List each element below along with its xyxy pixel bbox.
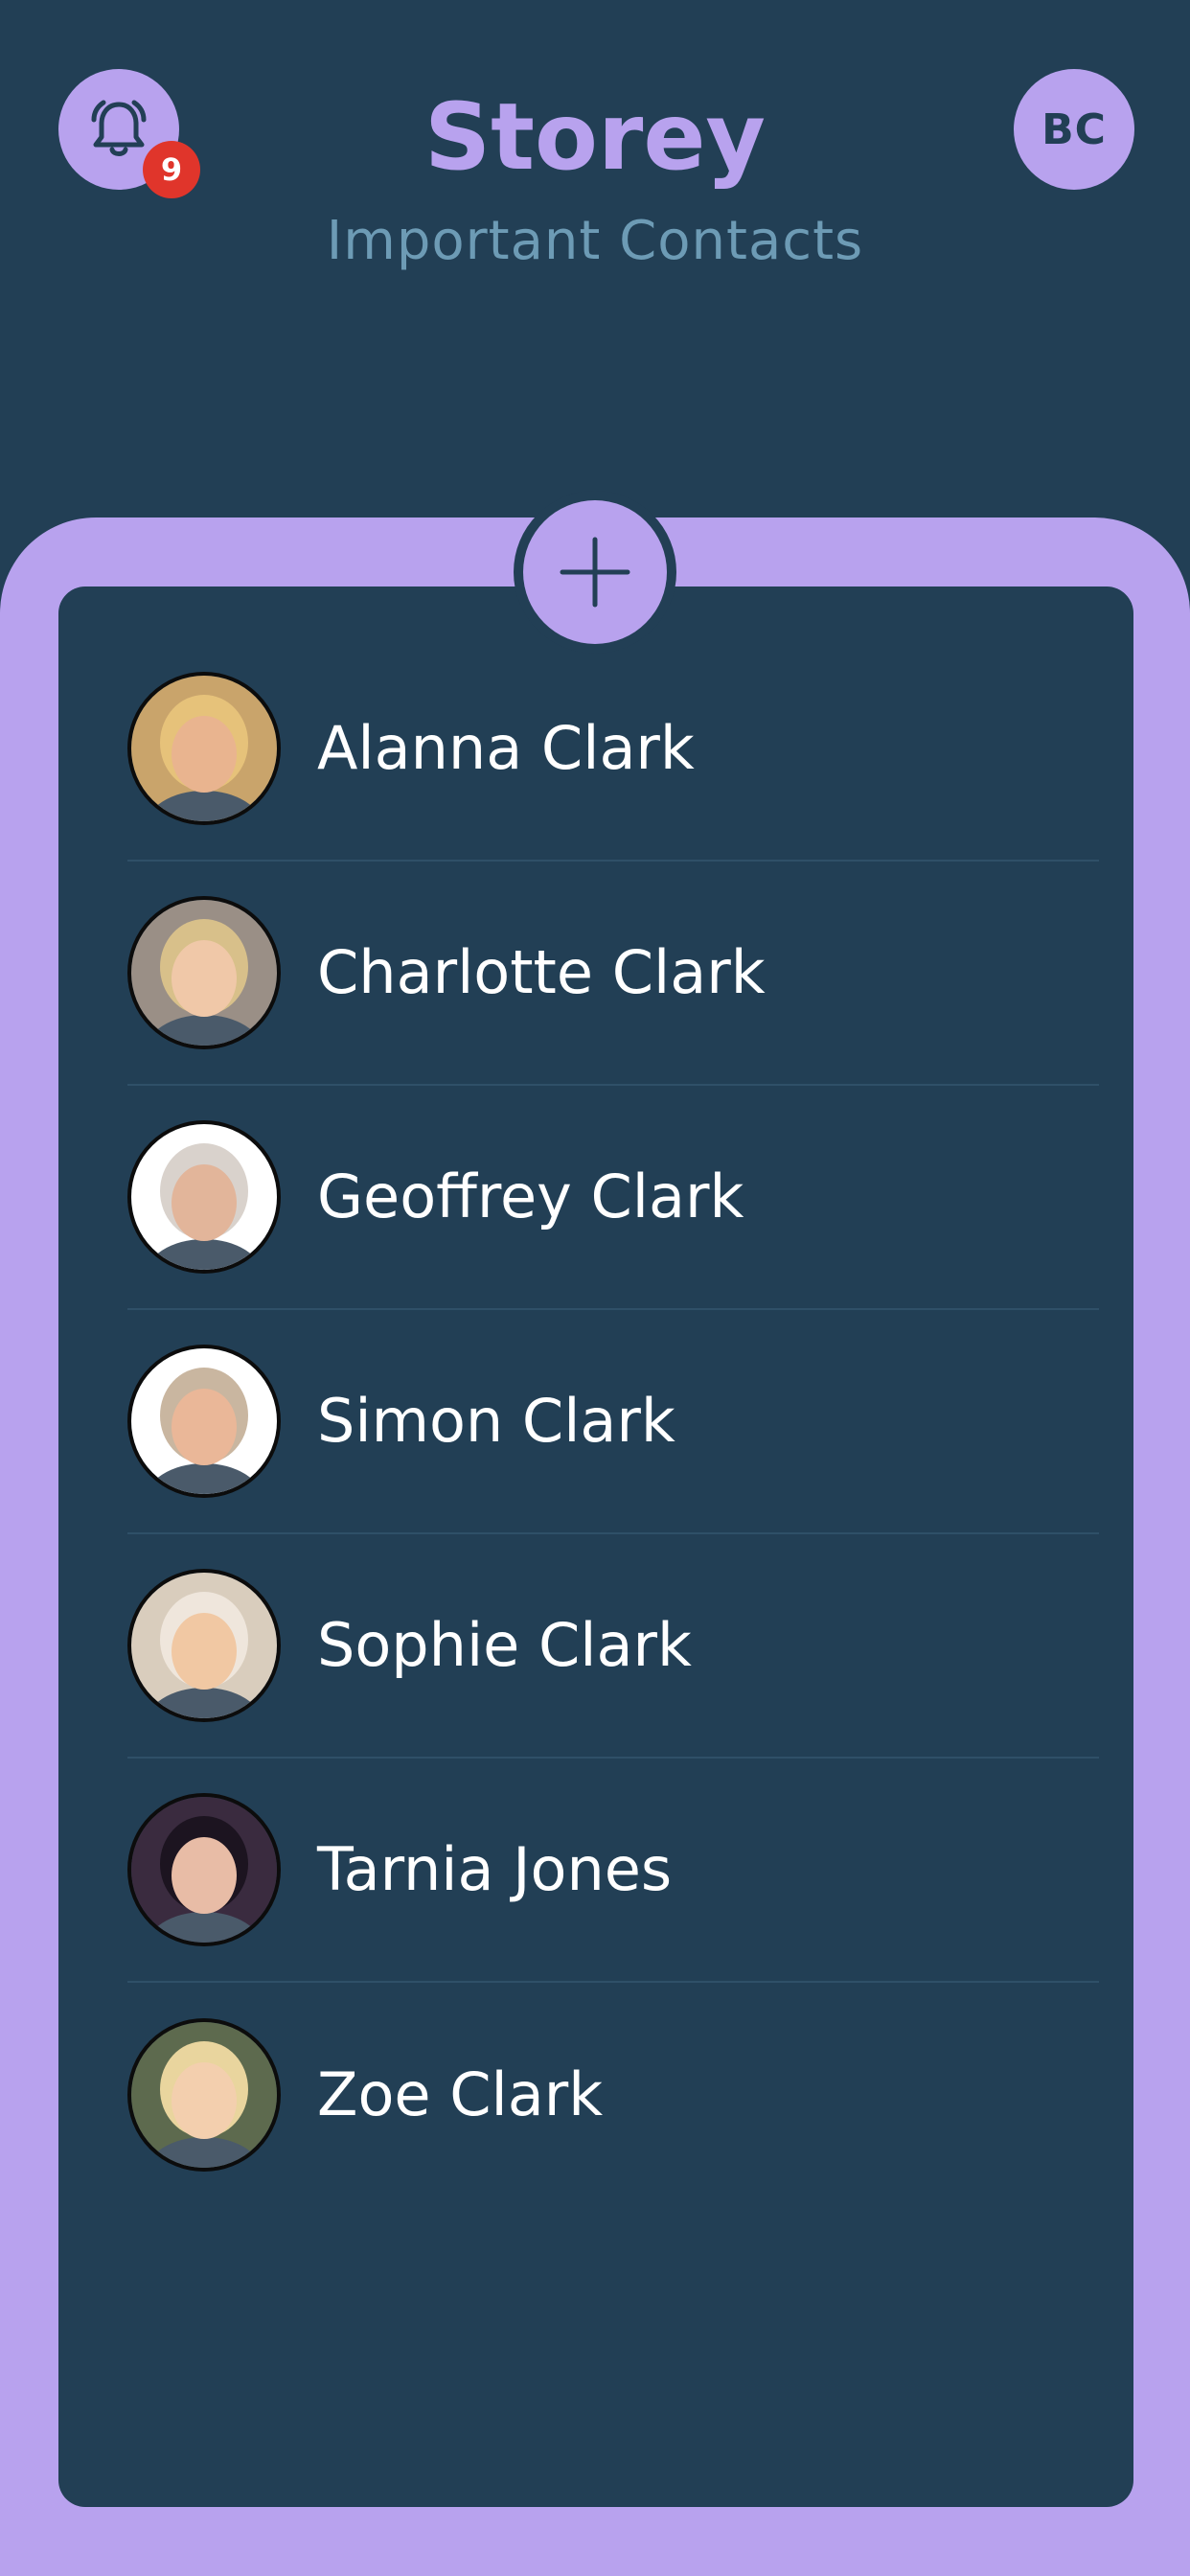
avatar-photo-icon	[131, 2022, 277, 2168]
contact-row[interactable]: Charlotte Clark	[127, 862, 1099, 1086]
avatar-photo-icon	[131, 1124, 277, 1270]
add-contact-button-face	[523, 500, 667, 644]
contact-row[interactable]: Geoffrey Clark	[127, 1086, 1099, 1310]
contact-name: Alanna Clark	[317, 713, 695, 783]
avatar-photo-icon	[131, 900, 277, 1046]
app-title: Storey	[423, 83, 766, 191]
contact-name: Tarnia Jones	[317, 1834, 673, 1904]
contact-list: Alanna Clark Charlotte Clark Geoffrey Clar…	[127, 637, 1099, 2207]
contact-avatar	[127, 2018, 281, 2172]
contact-avatar	[127, 1345, 281, 1498]
contact-name: Simon Clark	[317, 1386, 675, 1456]
contact-avatar	[127, 1120, 281, 1274]
contact-name: Geoffrey Clark	[317, 1162, 744, 1231]
avatar-photo-icon	[131, 1797, 277, 1943]
avatar-photo-icon	[131, 676, 277, 821]
contact-name: Sophie Clark	[317, 1610, 692, 1680]
contact-avatar	[127, 672, 281, 825]
contact-name: Charlotte Clark	[317, 937, 766, 1007]
user-profile-button[interactable]: BC	[1014, 69, 1134, 190]
page-subtitle: Important Contacts	[326, 210, 864, 272]
contact-row[interactable]: Simon Clark	[127, 1310, 1099, 1534]
avatar-photo-icon	[131, 1573, 277, 1718]
contact-row[interactable]: Alanna Clark	[127, 637, 1099, 862]
contact-name: Zoe Clark	[317, 2059, 604, 2129]
contact-avatar	[127, 896, 281, 1049]
contact-row[interactable]: Sophie Clark	[127, 1534, 1099, 1759]
contact-avatar	[127, 1793, 281, 1946]
contact-avatar	[127, 1569, 281, 1722]
add-contact-button[interactable]	[514, 491, 676, 654]
avatar-photo-icon	[131, 1348, 277, 1494]
contact-row[interactable]: Zoe Clark	[127, 1983, 1099, 2207]
plus-icon	[560, 537, 630, 608]
contact-row[interactable]: Tarnia Jones	[127, 1759, 1099, 1983]
